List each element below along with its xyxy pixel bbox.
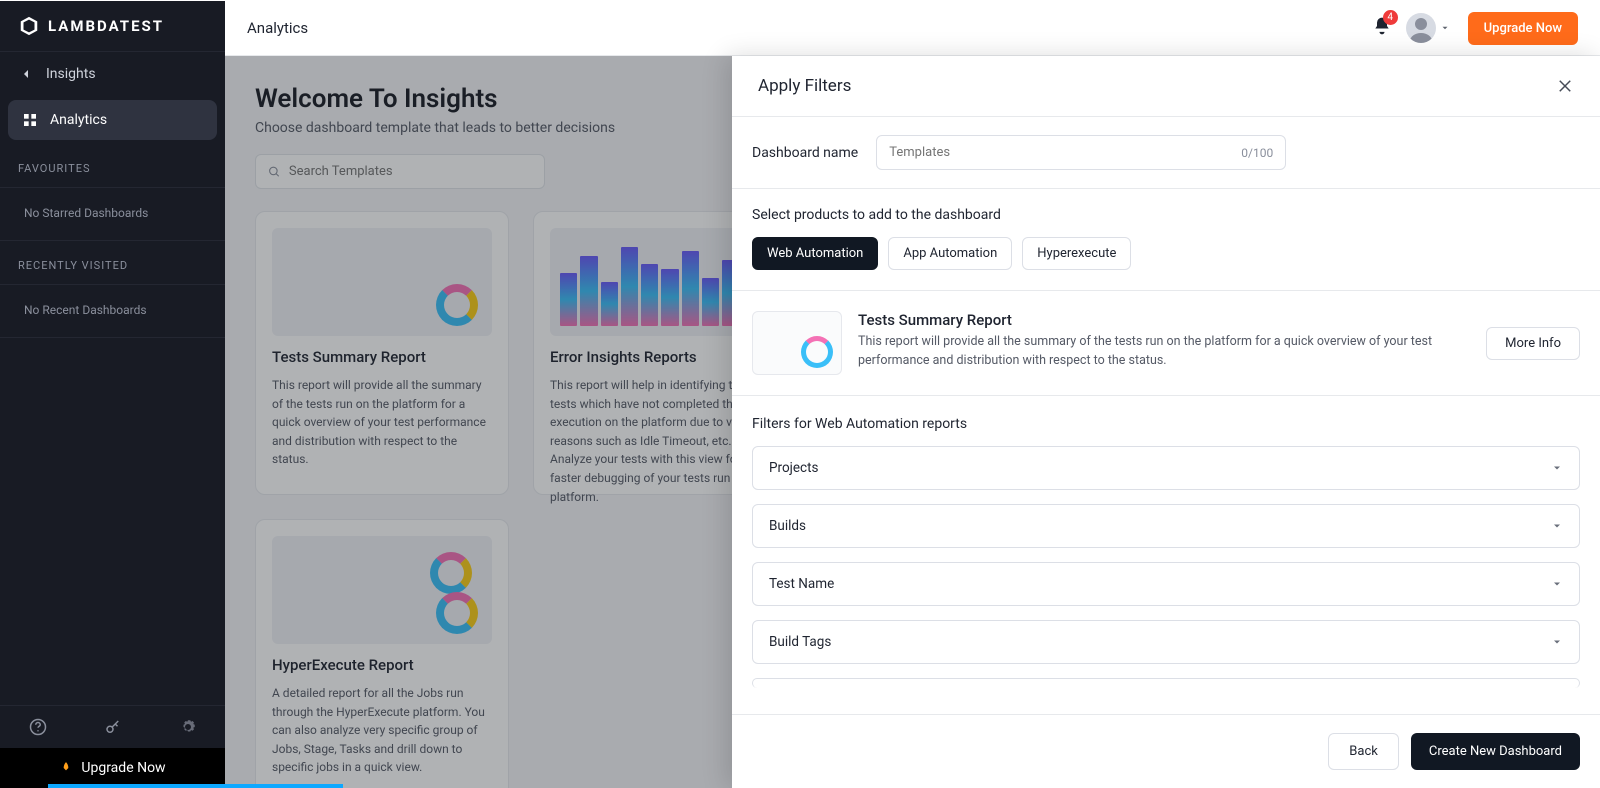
filter-label: Test Name [769,576,834,592]
dashboard-name-row: Dashboard name 0/100 [732,117,1600,189]
dashboard-name-label: Dashboard name [752,145,858,161]
report-thumb [752,311,842,375]
chip-web-automation[interactable]: Web Automation [752,237,878,270]
progress-bar [48,784,343,788]
filter-label: Projects [769,460,819,476]
panel-footer: Back Create New Dashboard [732,714,1600,788]
close-icon[interactable] [1556,77,1574,95]
filters-list: Projects Builds Test Name Build Tags [732,446,1600,708]
filter-projects[interactable]: Projects [752,446,1580,490]
filter-builds[interactable]: Builds [752,504,1580,548]
more-info-button[interactable]: More Info [1486,327,1580,360]
panel-title: Apply Filters [758,76,851,96]
panel-header: Apply Filters [732,56,1600,117]
key-icon[interactable] [104,718,122,736]
sidebar-upgrade-button[interactable]: Upgrade Now [0,748,225,788]
chip-hyperexecute[interactable]: Hyperexecute [1022,237,1131,270]
nav-item-analytics[interactable]: Analytics [8,100,217,140]
filter-build-tags[interactable]: Build Tags [752,620,1580,664]
breadcrumb: Analytics [247,19,308,37]
sidebar-upgrade-label: Upgrade Now [81,760,165,776]
chevron-left-icon [18,66,34,82]
logo-text: LAMBDATEST [48,17,164,35]
filter-placeholder [752,678,1580,688]
notification-badge: 4 [1383,10,1398,25]
dashboard-name-input[interactable]: 0/100 [876,135,1286,170]
nav-item-label: Analytics [50,112,107,128]
chevron-down-icon [1551,636,1563,648]
chevron-down-icon [1551,578,1563,590]
chevron-down-icon[interactable] [1440,23,1450,33]
selected-report-row: Tests Summary Report This report will pr… [732,291,1600,396]
panel-body: Dashboard name 0/100 Select products to … [732,117,1600,714]
apply-filters-panel: Apply Filters Dashboard name 0/100 Selec… [732,56,1600,788]
report-title: Tests Summary Report [858,311,1470,329]
sidebar-footer-icons [0,705,225,748]
rocket-icon [59,761,73,775]
chevron-down-icon [1551,462,1563,474]
back-button[interactable]: Back [1328,733,1399,770]
char-counter: 0/100 [1241,146,1273,160]
filters-section-label: Filters for Web Automation reports [732,396,1600,446]
dashboard-name-field[interactable] [889,145,1241,160]
product-chips: Web Automation App Automation Hyperexecu… [732,223,1600,291]
filter-label: Builds [769,518,806,534]
nav-back-insights[interactable]: Insights [0,52,225,96]
settings-icon[interactable] [179,718,197,736]
recent-empty: No Recent Dashboards [0,293,225,327]
report-desc: This report will provide all the summary… [858,333,1470,371]
notifications-button[interactable]: 4 [1372,16,1392,40]
topbar: Analytics 4 Upgrade Now [225,1,1600,56]
filter-label: Build Tags [769,634,831,650]
favourites-header: FAVOURITES [0,144,225,188]
nav-back-label: Insights [46,66,96,82]
upgrade-now-button[interactable]: Upgrade Now [1468,12,1578,45]
filter-test-name[interactable]: Test Name [752,562,1580,606]
chevron-down-icon [1551,520,1563,532]
logo[interactable]: LAMBDATEST [0,1,225,52]
chip-app-automation[interactable]: App Automation [888,237,1012,270]
select-products-label: Select products to add to the dashboard [732,189,1600,223]
help-icon[interactable] [29,718,47,736]
grid-icon [22,112,38,128]
sidebar: LAMBDATEST Insights Analytics FAVOURITES… [0,1,225,788]
recent-header: RECENTLY VISITED [0,241,225,285]
create-dashboard-button[interactable]: Create New Dashboard [1411,733,1580,770]
avatar[interactable] [1406,13,1436,43]
logo-icon [18,15,40,37]
favourites-empty: No Starred Dashboards [0,196,225,230]
